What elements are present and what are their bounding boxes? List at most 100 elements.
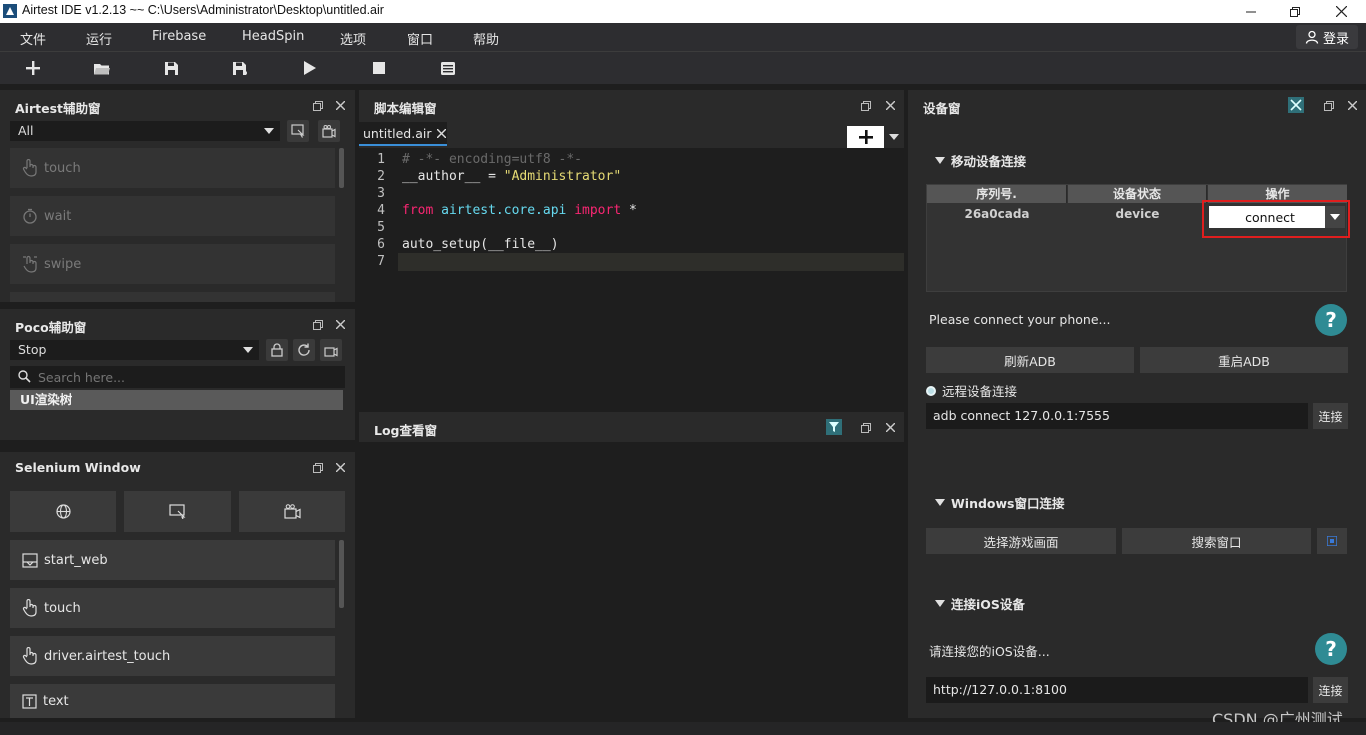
- open-button[interactable]: [92, 58, 112, 78]
- airtest-action-touch[interactable]: touch: [10, 148, 335, 188]
- close-panel-icon[interactable]: [333, 98, 347, 112]
- line-number: 4: [377, 203, 385, 218]
- selenium-action-touch[interactable]: touch: [10, 588, 335, 628]
- chevron-down-icon[interactable]: [1325, 206, 1345, 228]
- menu-file[interactable]: 文件: [20, 29, 46, 48]
- float-panel-icon[interactable]: [311, 99, 325, 113]
- new-script-button[interactable]: [23, 58, 43, 78]
- code-line-4: from airtest.core.api import *: [402, 203, 637, 220]
- camera-icon: [322, 124, 336, 138]
- airtest-panel-title: Airtest辅助窗: [15, 101, 101, 116]
- tab-untitled[interactable]: untitled.air: [359, 122, 447, 146]
- ui-tree-root[interactable]: UI渲染树: [10, 390, 343, 410]
- airtest-action-wait[interactable]: wait: [10, 196, 335, 236]
- select-game-button[interactable]: 选择游戏画面: [926, 528, 1116, 554]
- search-icon: [18, 370, 31, 383]
- remote-device-toggle[interactable]: 远程设备连接: [926, 381, 1017, 400]
- poco-search-box[interactable]: [10, 366, 345, 388]
- lock-button[interactable]: [266, 339, 288, 361]
- close-panel-icon[interactable]: [333, 460, 347, 474]
- code-comment: # -*- encoding=utf8 -*-: [402, 152, 583, 167]
- selenium-record-button[interactable]: [239, 491, 345, 532]
- selenium-action-text[interactable]: text: [10, 684, 335, 718]
- close-panel-icon[interactable]: [1345, 98, 1359, 112]
- minimize-button[interactable]: [1228, 0, 1274, 23]
- log-output[interactable]: [359, 442, 904, 718]
- close-tab-icon[interactable]: [437, 128, 447, 138]
- airtest-action-swipe[interactable]: swipe: [10, 244, 335, 284]
- float-panel-icon[interactable]: [859, 421, 873, 435]
- close-panel-icon[interactable]: [883, 420, 897, 434]
- menu-options[interactable]: 选项: [340, 29, 366, 48]
- run-button[interactable]: [300, 58, 320, 78]
- poco-search-input[interactable]: [38, 367, 338, 387]
- line-number: 7: [377, 254, 385, 269]
- code-line-1: # -*- encoding=utf8 -*-: [402, 152, 582, 169]
- remote-device-label: 远程设备连接: [942, 384, 1018, 399]
- collapse-triangle-icon: [935, 157, 945, 164]
- selenium-scrollbar[interactable]: [339, 540, 344, 608]
- refresh-adb-button[interactable]: 刷新ADB: [926, 347, 1134, 373]
- connect-device-select[interactable]: connect: [1209, 206, 1345, 228]
- close-panel-icon[interactable]: [333, 317, 347, 331]
- hand-icon: [22, 599, 38, 617]
- selenium-action-driver-touch[interactable]: driver.airtest_touch: [10, 636, 335, 676]
- airtest-filter-select[interactable]: All: [10, 121, 280, 141]
- col-header-status[interactable]: 设备状态: [1068, 185, 1207, 203]
- menu-headspin[interactable]: HeadSpin: [242, 29, 304, 44]
- log-panel-title: Log查看窗: [374, 423, 438, 438]
- log-filter-button[interactable]: [826, 419, 842, 435]
- ios-connect-button[interactable]: 连接: [1313, 677, 1348, 703]
- close-panel-icon[interactable]: [883, 98, 897, 112]
- col-header-serial[interactable]: 序列号.: [927, 185, 1067, 203]
- line-number: 5: [377, 220, 385, 235]
- record-button[interactable]: [318, 120, 340, 142]
- selenium-action-start-web[interactable]: start_web: [10, 540, 335, 580]
- poco-record-button[interactable]: [320, 339, 342, 361]
- menu-firebase[interactable]: Firebase: [152, 29, 206, 44]
- selenium-inspect-button[interactable]: [124, 491, 231, 532]
- code-area[interactable]: 1 2 3 4 5 6 7 # -*- encoding=utf8 -*- __…: [359, 148, 904, 400]
- close-window-button[interactable]: [1318, 0, 1364, 23]
- windows-section-header[interactable]: Windows窗口连接: [935, 493, 1065, 512]
- chevron-down-icon: [264, 128, 274, 134]
- float-panel-icon[interactable]: [311, 318, 325, 332]
- line-number: 2: [377, 169, 385, 184]
- code-keyword: from: [402, 203, 434, 218]
- stop-button[interactable]: [369, 58, 389, 78]
- mobile-section-header[interactable]: 移动设备连接: [935, 151, 1026, 170]
- login-button[interactable]: 登录: [1296, 25, 1358, 49]
- remote-connect-button[interactable]: 连接: [1313, 403, 1348, 429]
- remote-address-input[interactable]: adb connect 127.0.0.1:7555: [926, 403, 1308, 429]
- float-panel-icon[interactable]: [859, 99, 873, 113]
- save-as-icon: [233, 61, 247, 75]
- ios-section-header[interactable]: 连接iOS设备: [935, 594, 1025, 613]
- help-icon[interactable]: ?: [1315, 304, 1347, 336]
- menu-window[interactable]: 窗口: [407, 29, 433, 48]
- target-square-icon: [1327, 536, 1337, 546]
- selenium-browser-button[interactable]: [10, 491, 116, 532]
- float-panel-icon[interactable]: [1322, 99, 1336, 113]
- restart-adb-button[interactable]: 重启ADB: [1140, 347, 1348, 373]
- text-box-icon: [22, 693, 37, 709]
- snapshot-button[interactable]: [287, 120, 309, 142]
- search-window-button[interactable]: 搜索窗口: [1122, 528, 1311, 554]
- restore-button[interactable]: [1272, 0, 1318, 23]
- save-button[interactable]: [161, 58, 181, 78]
- poco-mode-select[interactable]: Stop: [10, 340, 259, 360]
- refresh-tree-button[interactable]: [293, 339, 315, 361]
- float-panel-icon[interactable]: [311, 461, 325, 475]
- ios-address-input[interactable]: http://127.0.0.1:8100: [926, 677, 1308, 703]
- new-tab-button[interactable]: [847, 126, 904, 148]
- hand-icon: [22, 647, 38, 665]
- help-icon[interactable]: ?: [1315, 633, 1347, 665]
- menu-run[interactable]: 运行: [86, 29, 112, 48]
- save-as-button[interactable]: [230, 58, 250, 78]
- menu-help[interactable]: 帮助: [473, 29, 499, 48]
- tab-list-chevron-icon[interactable]: [884, 126, 904, 148]
- swipe-hand-icon: [22, 255, 38, 273]
- airtest-scrollbar[interactable]: [339, 148, 344, 188]
- report-button[interactable]: [438, 58, 458, 78]
- window-pick-button[interactable]: [1317, 528, 1347, 554]
- device-settings-button[interactable]: [1288, 97, 1304, 113]
